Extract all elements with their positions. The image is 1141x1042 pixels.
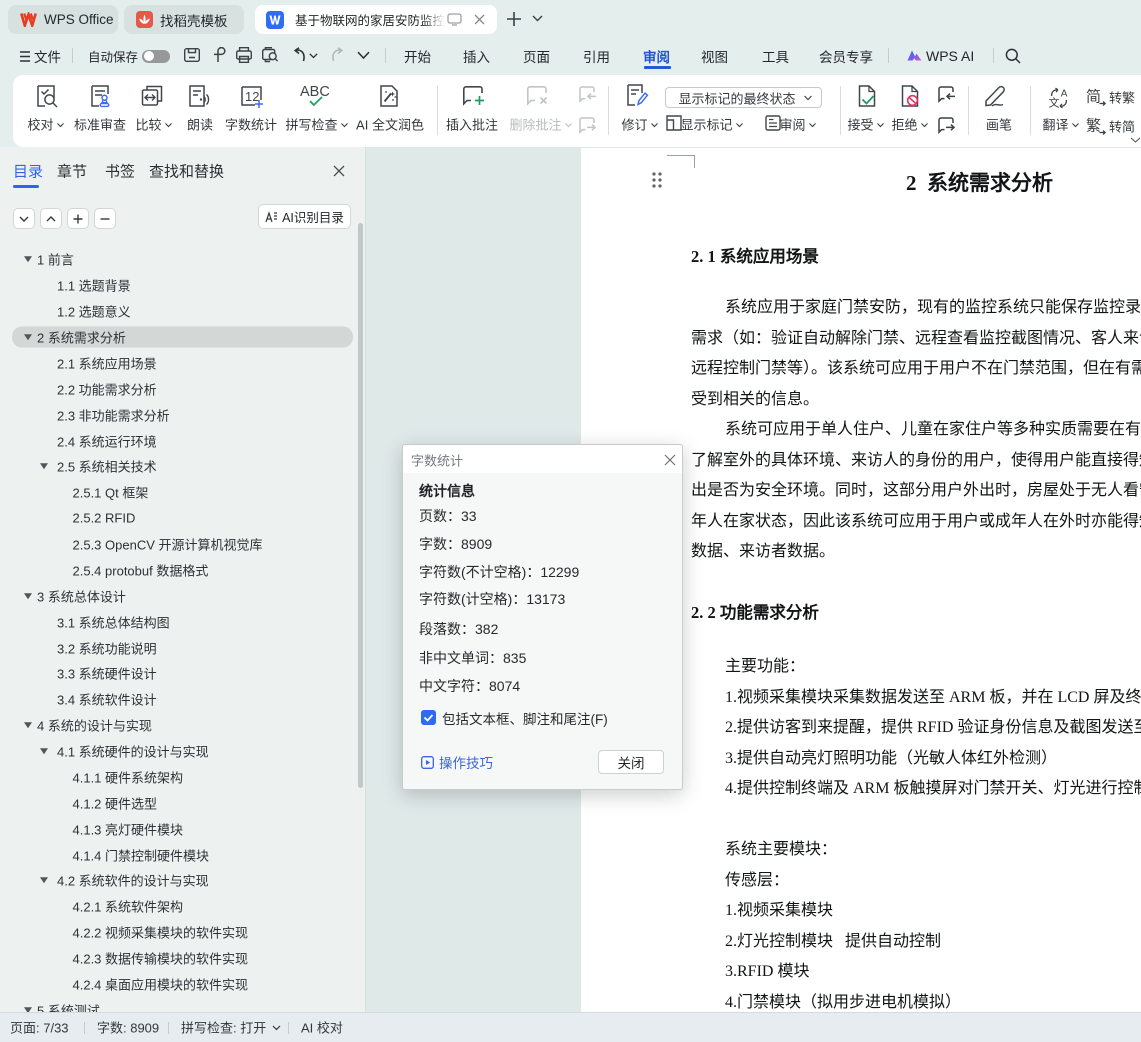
- svg-text:文: 文: [1049, 95, 1060, 108]
- svg-text:12: 12: [245, 89, 259, 104]
- svg-text:繁: 繁: [1086, 118, 1101, 135]
- svg-text:A: A: [1061, 88, 1068, 99]
- svg-text:ABC: ABC: [300, 84, 330, 100]
- svg-text:简: 简: [1086, 89, 1101, 106]
